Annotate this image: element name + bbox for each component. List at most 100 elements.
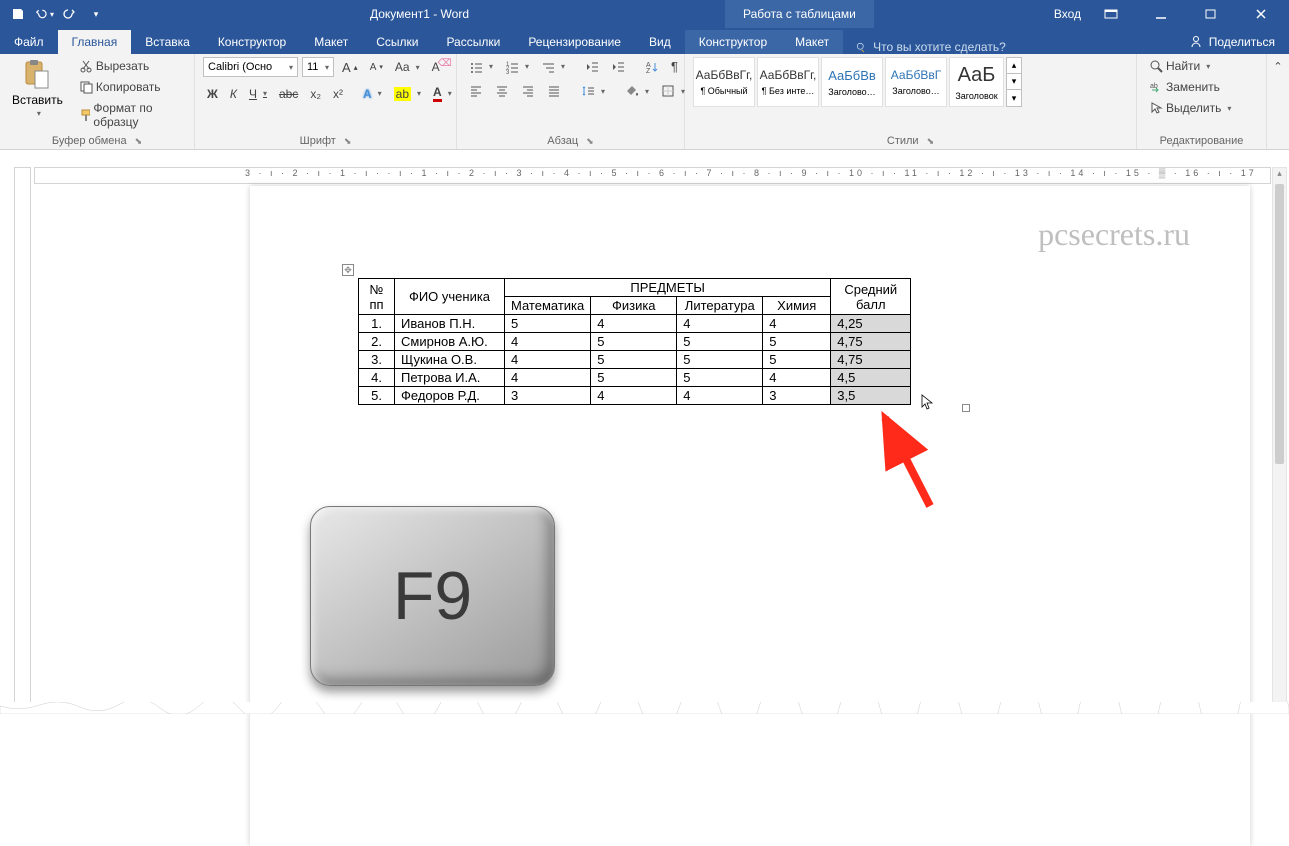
subj-chem[interactable]: Химия: [763, 297, 831, 315]
save-icon[interactable]: [8, 4, 28, 24]
torn-edge-decoration: [0, 702, 1289, 714]
tell-me-search[interactable]: Что вы хотите сделать?: [843, 40, 1006, 54]
highlight-icon[interactable]: ab▾: [390, 85, 425, 103]
increase-indent-icon[interactable]: [607, 58, 629, 76]
find-button[interactable]: Найти▾: [1145, 57, 1258, 75]
cut-button[interactable]: Вырезать: [75, 57, 186, 75]
gallery-up-icon[interactable]: ▴: [1007, 58, 1021, 74]
table-move-handle-icon[interactable]: ✥: [342, 264, 354, 276]
col-avg-header[interactable]: Средний балл: [831, 279, 911, 315]
strike-button[interactable]: abc: [275, 85, 302, 103]
vertical-scrollbar[interactable]: ▴: [1272, 167, 1287, 712]
subj-lit[interactable]: Литература: [677, 297, 763, 315]
sort-icon[interactable]: AZ: [641, 58, 663, 76]
annotation-arrow-icon: [830, 406, 950, 526]
title-bar: ▾ ▾ Документ1 - Word Работа с таблицами …: [0, 0, 1289, 28]
tab-mailings[interactable]: Рассылки: [432, 30, 514, 54]
style-heading2[interactable]: АаБбВвГЗаголово…: [885, 57, 947, 107]
bold-button[interactable]: Ж: [203, 85, 222, 103]
change-case-icon[interactable]: Aa▾: [391, 58, 424, 76]
login-link[interactable]: Вход: [1054, 7, 1081, 21]
show-marks-icon[interactable]: ¶: [667, 57, 682, 76]
f9-key-illustration: F9: [310, 506, 555, 686]
clipboard-launcher-icon[interactable]: ⬊: [135, 136, 143, 147]
horizontal-ruler[interactable]: 3 · ı · 2 · ı · 1 · ı · · ı · 1 · ı · 2 …: [34, 167, 1271, 184]
style-heading1[interactable]: АаБбВвЗаголово…: [821, 57, 883, 107]
tab-view[interactable]: Вид: [635, 30, 685, 54]
data-table[interactable]: № пп ФИО ученика ПРЕДМЕТЫ Средний балл М…: [358, 278, 911, 405]
align-left-icon[interactable]: [465, 82, 487, 100]
tab-table-design[interactable]: Конструктор: [685, 30, 781, 54]
tab-insert[interactable]: Вставка: [131, 30, 204, 54]
tab-references[interactable]: Ссылки: [362, 30, 432, 54]
document-page[interactable]: pcsecrets.ru ✥ № пп ФИО ученика ПРЕДМЕТЫ…: [250, 186, 1250, 846]
tab-table-layout[interactable]: Макет: [781, 30, 843, 54]
tab-design[interactable]: Конструктор: [204, 30, 300, 54]
table-row: 3.Щукина О.В.45554,75: [359, 351, 911, 369]
vertical-ruler[interactable]: [14, 167, 31, 714]
align-center-icon[interactable]: [491, 82, 513, 100]
shrink-font-icon[interactable]: A▾: [366, 60, 387, 75]
document-area: L 3 · ı · 2 · ı · 1 · ı · · ı · 1 · ı · …: [0, 150, 1289, 714]
gallery-down-icon[interactable]: ▾: [1007, 74, 1021, 90]
para-launcher-icon[interactable]: ⬊: [586, 136, 594, 147]
subscript-button[interactable]: x₂: [306, 85, 325, 103]
tab-review[interactable]: Рецензирование: [514, 30, 635, 54]
tab-home[interactable]: Главная: [58, 30, 132, 54]
subj-phys[interactable]: Физика: [591, 297, 677, 315]
ribbon-options-icon[interactable]: [1091, 0, 1131, 28]
italic-button[interactable]: К: [226, 85, 241, 103]
copy-button[interactable]: Копировать: [75, 78, 186, 96]
col-num-header[interactable]: № пп: [359, 279, 395, 315]
superscript-button[interactable]: x²: [329, 85, 347, 103]
table-row: 5.Федоров Р.Д.34433,5: [359, 387, 911, 405]
paste-button[interactable]: Вставить▾: [8, 57, 67, 120]
table-row: 1.Иванов П.Н.54444,25: [359, 315, 911, 333]
shading-icon[interactable]: ▾: [621, 82, 653, 100]
close-icon[interactable]: [1241, 0, 1281, 28]
col-fio-header[interactable]: ФИО ученика: [395, 279, 505, 315]
style-no-spacing[interactable]: АаБбВвГг,¶ Без инте…: [757, 57, 819, 107]
align-right-icon[interactable]: [517, 82, 539, 100]
undo-icon[interactable]: ▾: [34, 4, 54, 24]
maximize-icon[interactable]: [1191, 0, 1231, 28]
gallery-more-icon[interactable]: ▾: [1007, 90, 1021, 106]
underline-button[interactable]: Ч▾: [245, 85, 271, 103]
line-spacing-icon[interactable]: ▾: [577, 82, 609, 100]
tab-layout[interactable]: Макет: [300, 30, 362, 54]
ribbon-tabs: Файл Главная Вставка Конструктор Макет С…: [0, 28, 1289, 54]
collapse-ribbon-icon[interactable]: ⌃: [1269, 58, 1286, 75]
select-button[interactable]: Выделить▾: [1145, 99, 1258, 117]
clear-format-icon[interactable]: A⌫: [428, 58, 444, 76]
table-row: 2.Смирнов А.Ю.45554,75: [359, 333, 911, 351]
font-name-combo[interactable]: Calibri (Осно▾: [203, 57, 298, 77]
replace-button[interactable]: abЗаменить: [1145, 78, 1258, 96]
style-normal[interactable]: АаБбВвГг,¶ Обычный: [693, 57, 755, 107]
table-row: 4.Петрова И.А.45544,5: [359, 369, 911, 387]
share-button[interactable]: Поделиться: [1175, 30, 1289, 54]
ribbon: Вставить▾ Вырезать Копировать Формат по …: [0, 54, 1289, 150]
table-resize-handle-icon[interactable]: [962, 404, 970, 412]
tab-file[interactable]: Файл: [0, 30, 58, 54]
svg-text:Z: Z: [646, 68, 651, 74]
multilevel-icon[interactable]: ▾: [537, 58, 569, 76]
decrease-indent-icon[interactable]: [581, 58, 603, 76]
grow-font-icon[interactable]: A▴: [338, 58, 362, 77]
format-painter-button[interactable]: Формат по образцу: [75, 99, 186, 131]
font-color-icon[interactable]: A▾: [429, 83, 456, 104]
col-subjects-header[interactable]: ПРЕДМЕТЫ: [505, 279, 831, 297]
numbering-icon[interactable]: 123▾: [501, 58, 533, 76]
bullets-icon[interactable]: ▾: [465, 58, 497, 76]
font-size-combo[interactable]: 11▾: [302, 57, 334, 77]
justify-icon[interactable]: [543, 82, 565, 100]
minimize-icon[interactable]: [1141, 0, 1181, 28]
svg-text:3: 3: [506, 70, 510, 74]
styles-gallery[interactable]: АаБбВвГг,¶ Обычный АаБбВвГг,¶ Без инте… …: [693, 57, 1022, 107]
qat-customize-icon[interactable]: ▾: [86, 4, 106, 24]
styles-launcher-icon[interactable]: ⬊: [927, 136, 935, 147]
subj-math[interactable]: Математика: [505, 297, 591, 315]
text-effects-icon[interactable]: A▾: [359, 85, 386, 103]
style-title[interactable]: АаБЗаголовок: [949, 57, 1004, 107]
redo-icon[interactable]: [60, 4, 80, 24]
font-launcher-icon[interactable]: ⬊: [344, 136, 352, 147]
